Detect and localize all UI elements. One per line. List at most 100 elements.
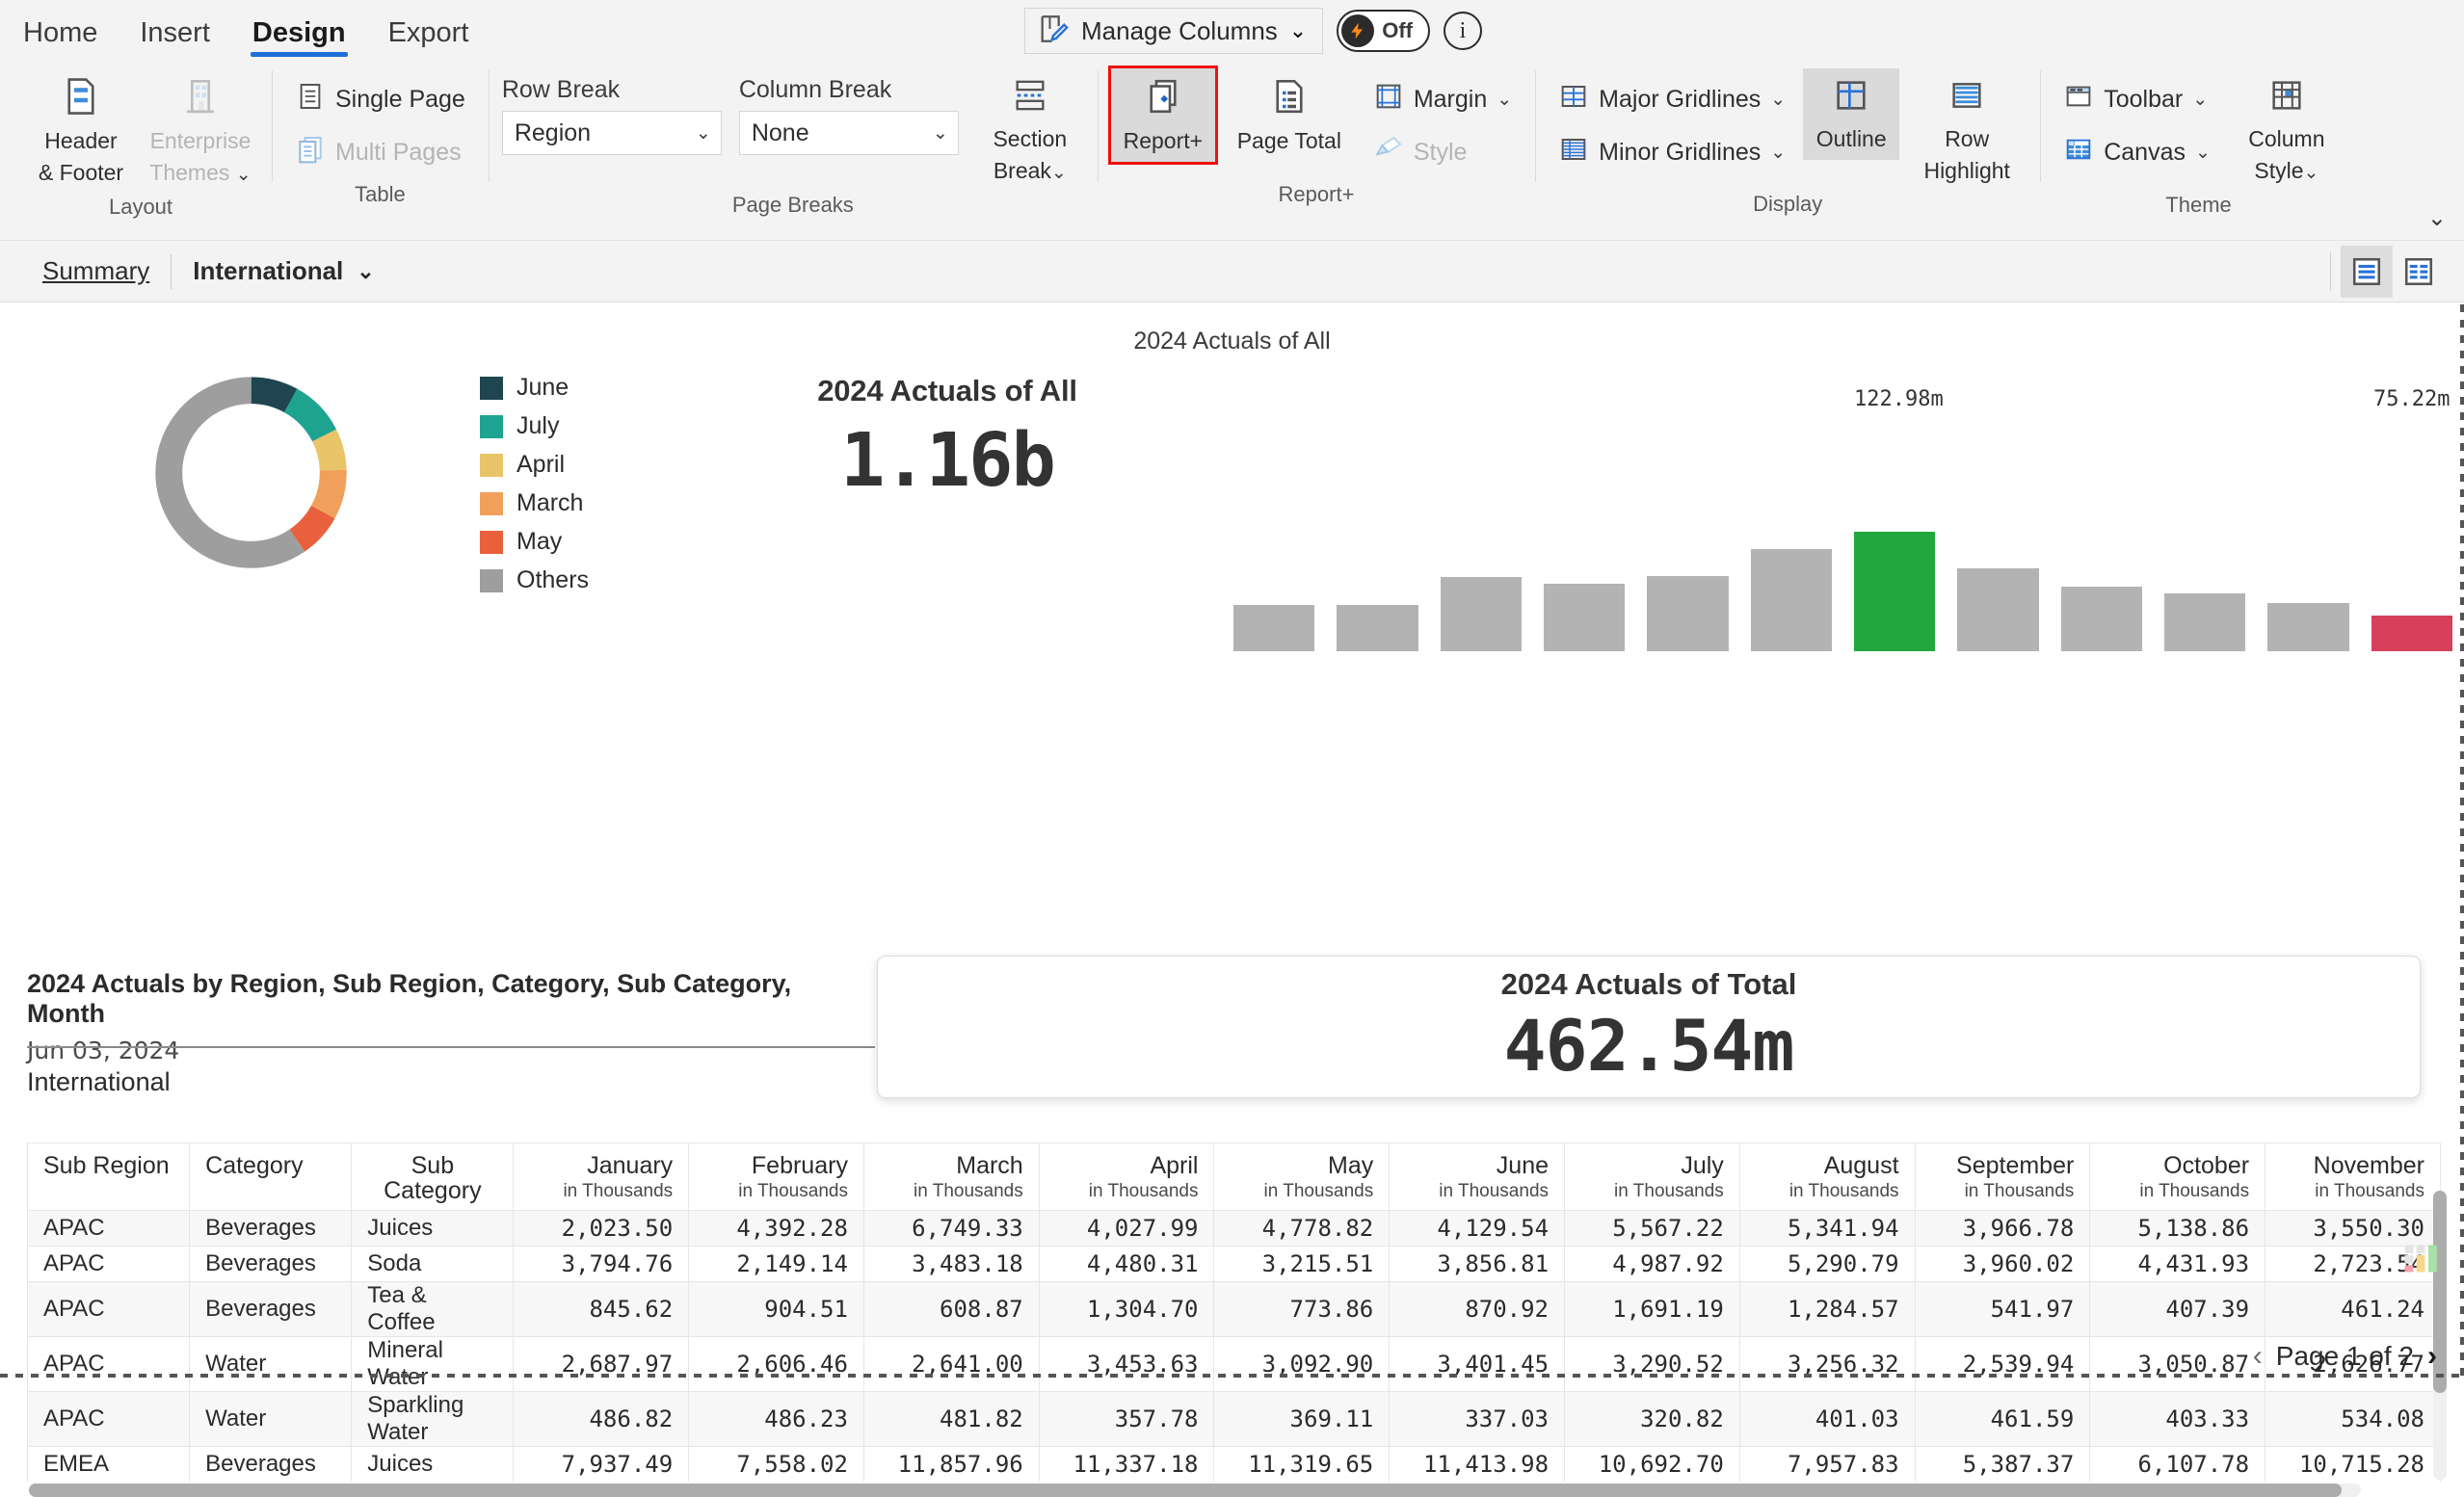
column-header-august[interactable]: August in Thousands (1738, 1142, 1916, 1211)
table-row[interactable]: APAC Beverages Juices 2,023.50 4,392.28 … (27, 1209, 2441, 1247)
table-row[interactable]: APAC Water Mineral Water 2,687.97 2,606.… (27, 1335, 2441, 1392)
kpi-all-title: 2024 Actuals of All (817, 374, 1077, 407)
style-button: Style (1364, 127, 1522, 178)
group-title-report-plus: Report+ (1278, 182, 1355, 206)
cell-value: 3,794.76 (513, 1245, 690, 1282)
column-header-november[interactable]: November in Thousands (2265, 1142, 2441, 1211)
page-total-button[interactable]: Page Total (1227, 68, 1352, 162)
cell-value: 773.86 (1213, 1280, 1391, 1337)
column-header-october[interactable]: October in Thousands (2089, 1142, 2266, 1211)
column-header-may[interactable]: May in Thousands (1213, 1142, 1391, 1211)
chevron-left-icon[interactable]: ‹ (2253, 1340, 2263, 1373)
table-vertical-scrollbar[interactable] (2433, 1191, 2447, 1480)
list-view-icon[interactable] (2341, 246, 2393, 298)
manage-columns-button[interactable]: Manage Columns ⌄ (1024, 8, 1324, 54)
table-row[interactable]: APAC Beverages Tea & Coffee 845.62 904.5… (27, 1280, 2441, 1337)
donut-legend: June July April March May Others (480, 374, 589, 594)
table-row[interactable]: APAC Beverages Soda 3,794.76 2,149.14 3,… (27, 1245, 2441, 1282)
single-page-button[interactable]: Single Page (285, 74, 475, 125)
bar (1853, 532, 1936, 651)
cell-value: 1,284.57 (1738, 1280, 1916, 1337)
legend-item: June (480, 374, 589, 402)
column-header-sub-category[interactable]: Sub Category (351, 1142, 515, 1211)
column-header-sub-region[interactable]: Sub Region (27, 1142, 191, 1211)
cell-value: 1,691.19 (1564, 1280, 1740, 1337)
cell-value: 4,129.54 (1389, 1209, 1566, 1247)
column-header-september[interactable]: September in Thousands (1914, 1142, 2091, 1211)
bar-column (1647, 420, 1729, 651)
column-header-june[interactable]: June in Thousands (1389, 1142, 1566, 1211)
enterprise-themes-label-line1: Enterprise (149, 128, 252, 154)
cell-value: 845.62 (513, 1280, 690, 1337)
bar (1957, 567, 2039, 651)
cell-value: 4,778.82 (1213, 1209, 1391, 1247)
tab-insert[interactable]: Insert (138, 13, 212, 61)
cell-value: 3,050.87 (2089, 1335, 2266, 1392)
margin-button[interactable]: Margin ⌄ (1364, 74, 1522, 125)
kpi-actuals-of-total-card[interactable]: 2024 Actuals of Total 462.54m (877, 956, 2421, 1098)
scrollbar-thumb[interactable] (29, 1484, 2342, 1497)
chevron-down-icon: ⌄ (2192, 90, 2209, 110)
minor-gridlines-label: Minor Gridlines (1599, 139, 1762, 166)
cell-category: Beverages (189, 1209, 353, 1247)
chevron-down-icon: ⌄ (1770, 90, 1787, 110)
bar (1750, 549, 1832, 651)
canvas-button[interactable]: Canvas ⌄ (2053, 127, 2220, 178)
row-break-select[interactable]: Region ⌄ (501, 111, 722, 155)
cell-sub-category: Soda (351, 1245, 515, 1282)
ribbon-group-display: Major Gridlines ⌄ Minor Gridlines ⌄ Outl… (1535, 61, 2040, 216)
tab-export[interactable]: Export (386, 13, 471, 61)
enterprise-themes-label-line2: Themes ⌄ (149, 160, 252, 186)
cell-sub-region: APAC (27, 1209, 191, 1247)
column-header-february[interactable]: February in Thousands (688, 1142, 864, 1211)
table-row[interactable]: EMEA Beverages Juices 7,937.49 7,558.02 … (27, 1445, 2441, 1482)
manage-columns-label: Manage Columns (1081, 15, 1278, 45)
chevron-right-icon[interactable]: › (2427, 1340, 2437, 1373)
style-label: Style (1413, 139, 1468, 166)
margin-label: Margin (1413, 86, 1488, 113)
group-title-table: Table (355, 182, 406, 206)
bar (2163, 593, 2246, 651)
toolbar-button[interactable]: Toolbar ⌄ (2053, 74, 2220, 125)
header-footer-button[interactable]: Header & Footer (23, 68, 139, 194)
tab-home[interactable]: Home (21, 13, 99, 61)
bar-column (2163, 420, 2246, 651)
report-date: Jun 03, 2024 (27, 1037, 180, 1064)
sub-tab-summary[interactable]: Summary (21, 256, 171, 286)
sub-tab-international[interactable]: International ⌄ (172, 256, 395, 286)
cell-value: 10,692.70 (1564, 1445, 1740, 1482)
tab-design[interactable]: Design (250, 13, 348, 61)
cell-value: 870.92 (1389, 1280, 1566, 1337)
major-gridlines-button[interactable]: Major Gridlines ⌄ (1549, 74, 1795, 125)
column-header-march[interactable]: March in Thousands (862, 1142, 1040, 1211)
section-break-button[interactable]: Section Break⌄ (976, 68, 1084, 193)
table-horizontal-scrollbar[interactable] (29, 1484, 2361, 1497)
sub-tab-bar: Summary International ⌄ (0, 241, 2464, 302)
chevron-down-icon[interactable]: ⌄ (2427, 204, 2447, 232)
power-toggle[interactable]: Off (1337, 10, 1430, 52)
column-style-button[interactable]: Column Style⌄ (2230, 68, 2344, 193)
column-header-july[interactable]: July in Thousands (1564, 1142, 1740, 1211)
column-break-select[interactable]: None ⌄ (738, 111, 959, 155)
cell-value: 4,392.28 (688, 1209, 864, 1247)
outline-button[interactable]: Outline (1803, 68, 1900, 161)
column-header-january[interactable]: January in Thousands (513, 1142, 690, 1211)
view-toggle-group (2330, 241, 2445, 302)
info-icon[interactable]: i (1443, 12, 1482, 50)
row-highlight-button[interactable]: Row Highlight (1907, 68, 2027, 192)
column-header-category[interactable]: Category (189, 1142, 353, 1211)
cell-value: 534.08 (2265, 1390, 2441, 1447)
report-plus-button[interactable]: Report+ (1107, 65, 1218, 166)
data-table[interactable]: Sub Region Category Sub Category January… (27, 1142, 2441, 1482)
page-indicator-label: Page 1 of 2 (2275, 1341, 2414, 1371)
cell-sub-category: Juices (351, 1209, 515, 1247)
minor-gridlines-button[interactable]: Minor Gridlines ⌄ (1549, 127, 1795, 178)
row-break-value: Region (514, 118, 592, 146)
report-plus-icon (1143, 76, 1183, 122)
cell-category: Beverages (189, 1445, 353, 1482)
legend-label: May (517, 528, 563, 555)
column-header-april[interactable]: April in Thousands (1038, 1142, 1215, 1211)
cell-sub-region: EMEA (27, 1445, 191, 1482)
table-row[interactable]: APAC Water Sparkling Water 486.82 486.23… (27, 1390, 2441, 1447)
grid-view-icon[interactable] (2393, 246, 2445, 298)
